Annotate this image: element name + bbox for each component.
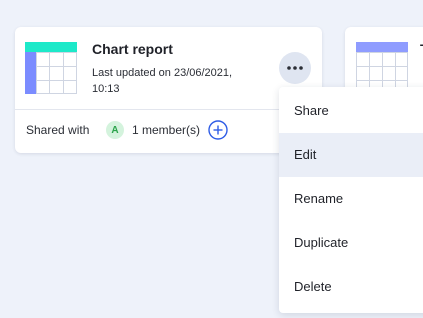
menu-item-duplicate[interactable]: Duplicate — [279, 221, 423, 265]
menu-item-share[interactable]: Share — [279, 89, 423, 133]
report-title[interactable]: Chart report — [92, 41, 173, 57]
menu-item-rename[interactable]: Rename — [279, 177, 423, 221]
menu-item-edit[interactable]: Edit — [279, 133, 423, 177]
member-count: 1 member(s) — [132, 123, 201, 137]
last-updated-text: Last updated on 23/06/2021, 10:13 — [92, 67, 233, 95]
context-menu: Share Edit Rename Duplicate Delete — [279, 87, 423, 313]
menu-item-delete[interactable]: Delete — [279, 265, 423, 309]
report-card[interactable]: Chart report Last updated on 23/06/2021,… — [15, 27, 322, 153]
add-member-button[interactable] — [208, 120, 228, 140]
avatar: A — [106, 121, 124, 139]
table-chart-icon — [25, 42, 77, 94]
shared-with-label: Shared with — [26, 123, 90, 137]
more-options-button[interactable] — [279, 52, 311, 84]
dashboard-canvas: Chart report Last updated on 23/06/2021,… — [0, 0, 423, 318]
more-horizontal-icon — [287, 66, 303, 70]
card-divider — [15, 109, 322, 110]
